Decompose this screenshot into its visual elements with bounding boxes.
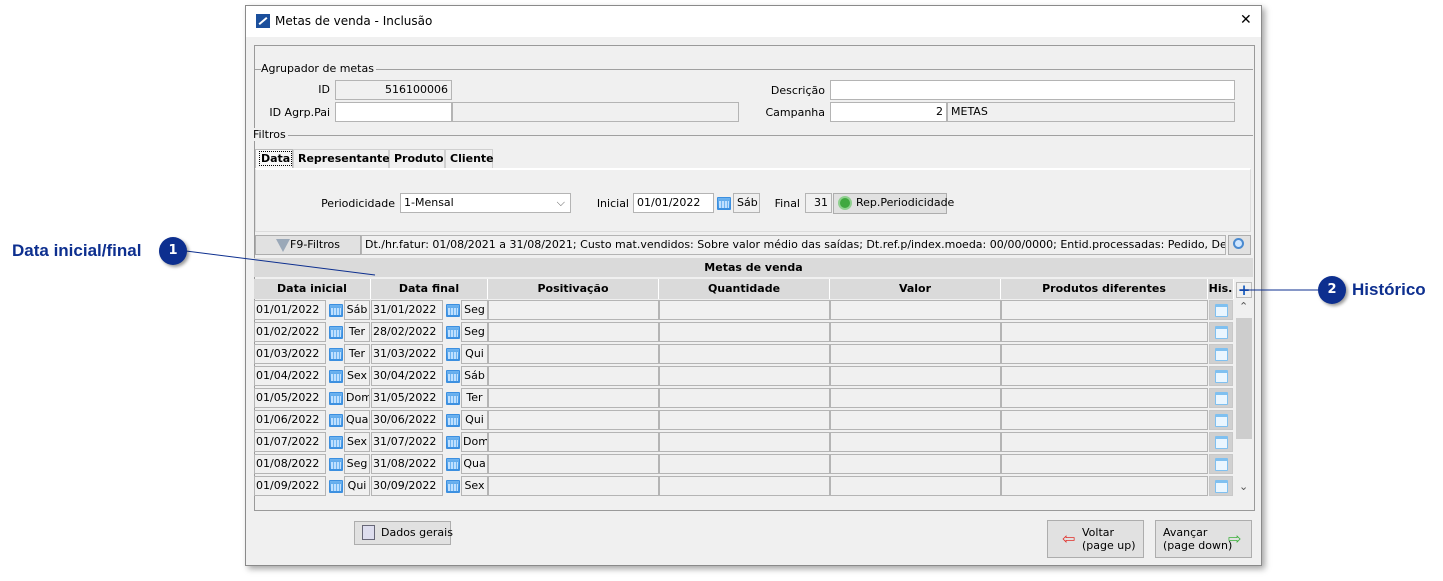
- annotation-1-text: Data inicial/final: [12, 241, 142, 260]
- annotation-1-badge: 1: [159, 237, 187, 265]
- annotation-2-badge: 2: [1318, 276, 1346, 304]
- annotation-lines: [185, 250, 1318, 291]
- annotation-2-text: Histórico: [1352, 280, 1426, 299]
- annotation-1-line: [185, 250, 376, 276]
